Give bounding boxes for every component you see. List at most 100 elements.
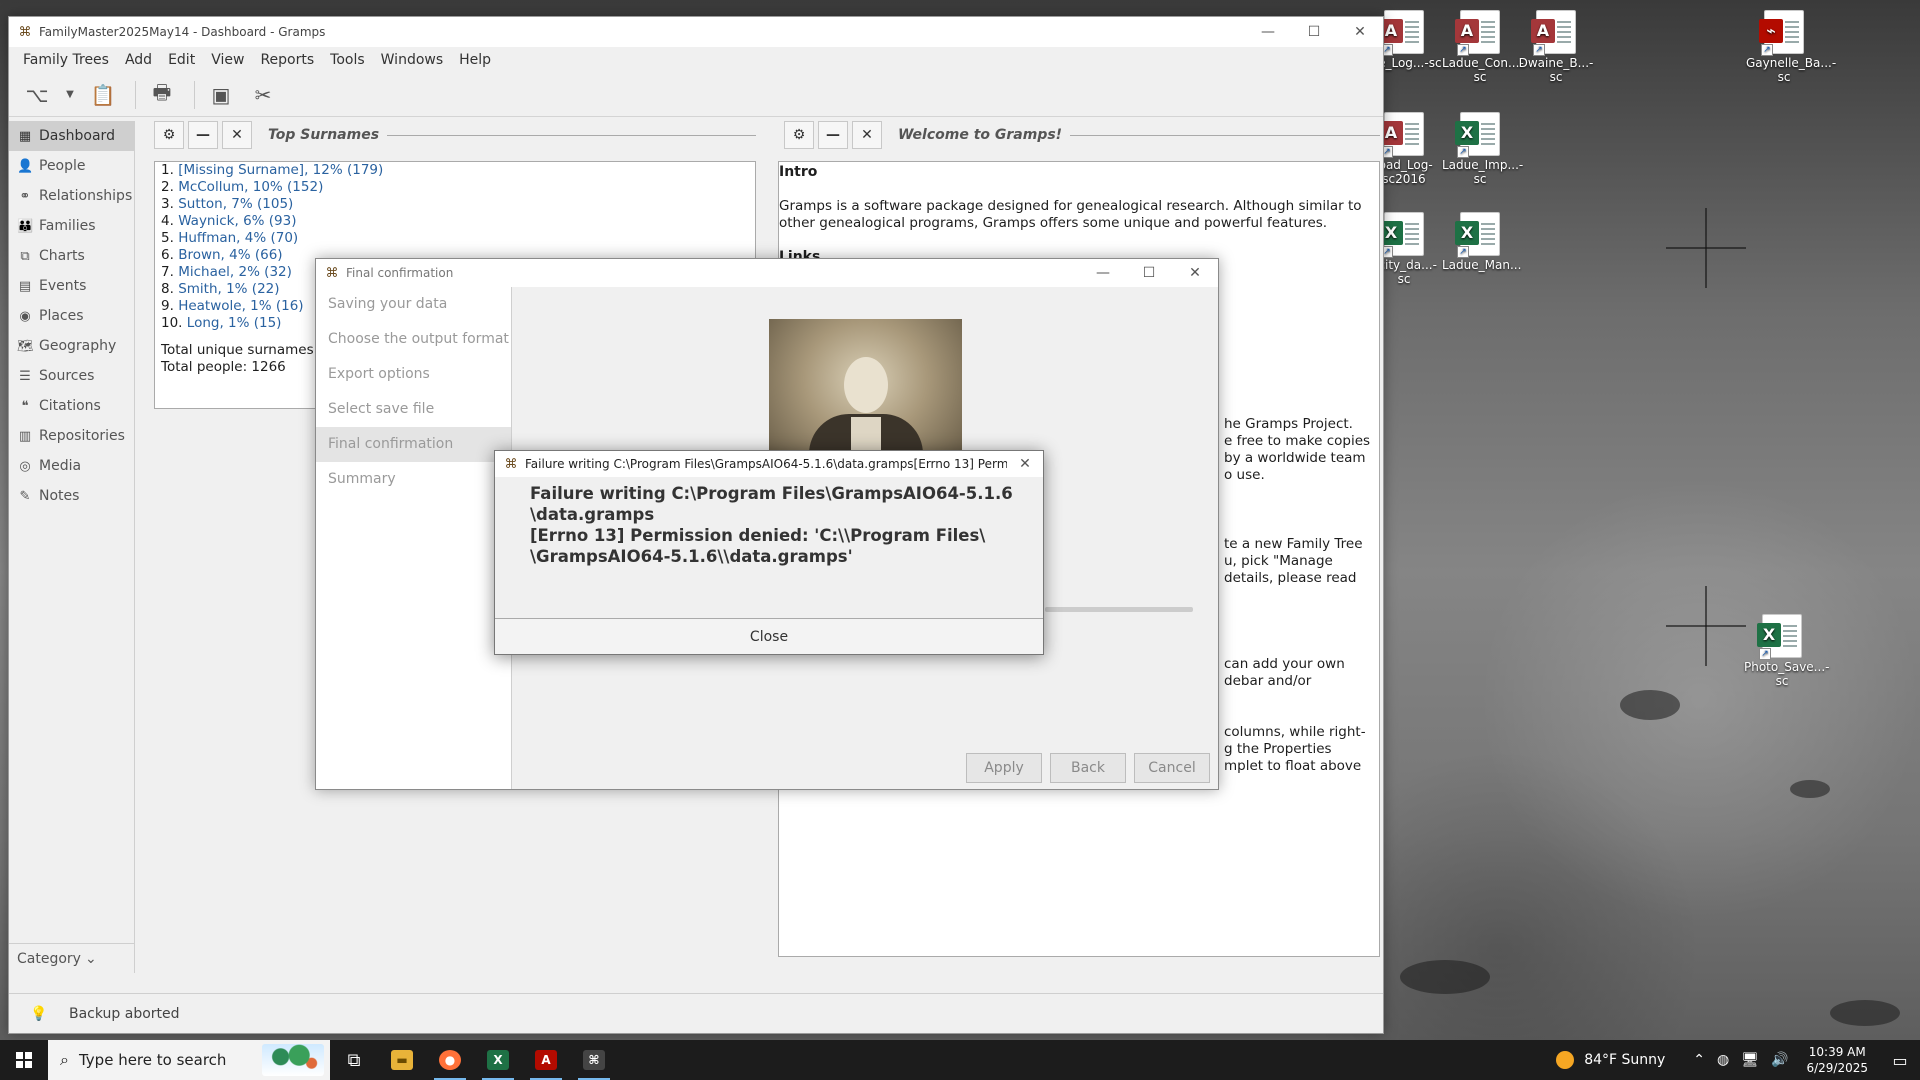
sidebar-item-people[interactable]: 👤 People <box>9 151 134 181</box>
geography-icon: 🗺 <box>17 338 34 354</box>
intro-text: Gramps is a software package designed fo… <box>779 198 1362 231</box>
maximize-icon[interactable]: ☐ <box>1126 258 1172 288</box>
gramplet-minimize-button[interactable]: — <box>818 121 848 149</box>
notification-icon[interactable]: ▭ <box>1880 1051 1920 1070</box>
dialog-title-bar[interactable]: ⌘ Final confirmation — ☐ ✕ <box>316 259 1218 287</box>
repository-icon: ▥ <box>18 428 32 444</box>
back-button[interactable]: Back <box>1050 753 1126 783</box>
list-item[interactable]: 1. [Missing Surname], 12% (179) <box>161 162 749 179</box>
close-icon[interactable]: ✕ <box>1337 17 1383 47</box>
access-file-icon: A ↗ <box>1379 10 1424 56</box>
sidebar-item-media[interactable]: ◎ Media <box>9 451 134 481</box>
sidebar-item-dashboard[interactable]: ▦ Dashboard <box>9 121 134 151</box>
minimize-icon[interactable]: — <box>1245 17 1291 47</box>
desktop-icon[interactable]: X ↗ Photo_Save...-sc <box>1744 614 1829 688</box>
access-file-icon: A ↗ <box>1531 10 1576 56</box>
gramplet-properties-button[interactable]: ⚙ <box>154 121 184 149</box>
clock-time: 10:39 AM <box>1808 1045 1866 1059</box>
sidebar-item-repositories[interactable]: ▥ Repositories <box>9 421 134 451</box>
menu-help[interactable]: Help <box>451 52 499 68</box>
gramps-app-icon: ⌘ <box>504 456 518 472</box>
reports-icon[interactable]: ▣ <box>203 77 239 113</box>
family-icon: 👪 <box>17 218 34 234</box>
menu-add[interactable]: Add <box>117 52 160 68</box>
menu-edit[interactable]: Edit <box>160 52 203 68</box>
gramplet-close-button[interactable]: ✕ <box>222 121 252 149</box>
sidebar-item-events[interactable]: ▤ Events <box>9 271 134 301</box>
close-icon[interactable]: ✕ <box>1172 258 1218 288</box>
close-icon[interactable]: ✕ <box>1007 449 1043 479</box>
start-button[interactable] <box>0 1040 48 1080</box>
chevron-down-icon[interactable]: ▼ <box>61 77 79 113</box>
moon-rock <box>1790 780 1830 798</box>
gramplet-close-button[interactable]: ✕ <box>852 121 882 149</box>
weather-text[interactable]: 84°F Sunny <box>1584 1052 1665 1068</box>
sidebar-item-relationships[interactable]: ⚭ Relationships <box>9 181 134 211</box>
maximize-icon[interactable]: ☐ <box>1291 17 1337 47</box>
assistant-photo <box>769 319 962 469</box>
crosshair-mark <box>1666 586 1746 666</box>
pdf-file-icon: ⌁ ↗ <box>1759 10 1804 56</box>
title-bar[interactable]: ⌘ FamilyMaster2025May14 - Dashboard - Gr… <box>9 17 1383 47</box>
desktop-icon-label: Ladue_Imp...-sc <box>1442 158 1524 186</box>
firefox-icon[interactable]: ● <box>426 1040 474 1080</box>
gramplet-minimize-button[interactable]: — <box>188 121 218 149</box>
network-icon[interactable]: 🖥 <box>1741 1052 1759 1068</box>
clipboard-icon[interactable]: 📋 <box>85 77 121 113</box>
task-view-icon[interactable]: ⧉ <box>330 1040 378 1080</box>
divider <box>1070 134 1380 136</box>
menu-tools[interactable]: Tools <box>322 52 373 68</box>
crosshair-mark <box>1666 208 1746 288</box>
desktop-icon[interactable]: ⌁ ↗ Gaynelle_Ba...-sc <box>1746 10 1836 84</box>
sidebar-item-places[interactable]: ◉ Places <box>9 301 134 331</box>
weather-sun-icon[interactable] <box>1556 1051 1575 1069</box>
dialog-title: Final confirmation <box>346 266 454 280</box>
desktop-icon[interactable]: X ↗ Ladue_Man... <box>1442 212 1521 272</box>
sidebar-item-geography[interactable]: 🗺 Geography <box>9 331 134 361</box>
sidebar-item-citations[interactable]: ❝ Citations <box>9 391 134 421</box>
desktop-icon[interactable]: A ↗ Dwaine_B...-sc <box>1518 10 1594 84</box>
gramplet-properties-button[interactable]: ⚙ <box>784 121 814 149</box>
meet-now-icon[interactable]: ◍ <box>1717 1052 1729 1068</box>
sidebar-item-families[interactable]: 👪 Families <box>9 211 134 241</box>
family-trees-icon[interactable]: ⌥ <box>19 77 55 113</box>
file-explorer-icon[interactable]: ▬ <box>378 1040 426 1080</box>
volume-icon[interactable]: 🔊 <box>1771 1052 1788 1068</box>
citation-icon: ❝ <box>21 398 29 414</box>
search-placeholder: Type here to search <box>78 1051 227 1069</box>
gramps-taskbar-icon[interactable]: ⌘ <box>570 1040 618 1080</box>
menu-family-trees[interactable]: Family Trees <box>15 52 117 68</box>
list-item[interactable]: 2. McCollum, 10% (152) <box>161 179 749 196</box>
divider <box>387 134 756 136</box>
tools-icon[interactable]: ✂ <box>245 77 281 113</box>
sidebar-item-charts[interactable]: ⧉ Charts <box>9 241 134 271</box>
step-export-options: Export options <box>328 366 430 382</box>
cancel-button[interactable]: Cancel <box>1134 753 1210 783</box>
clock[interactable]: 10:39 AM 6/29/2025 <box>1806 1044 1868 1076</box>
menu-view[interactable]: View <box>203 52 252 68</box>
welcome-fragment-block: can add your own debar and/or <box>1224 656 1345 689</box>
chevron-down-icon: ⌄ <box>84 950 97 967</box>
error-title-bar[interactable]: ⌘ Failure writing C:\Program Files\Gramp… <box>495 451 1043 477</box>
taskbar: ⌕ Type here to search ⧉ ▬ ● X A ⌘ 84°F S… <box>0 1040 1920 1080</box>
menu-windows[interactable]: Windows <box>373 52 452 68</box>
step-final-confirmation: Final confirmation <box>316 427 511 462</box>
list-item[interactable]: 5. Huffman, 4% (70) <box>161 230 749 247</box>
chevron-up-icon[interactable]: ⌃ <box>1693 1052 1705 1068</box>
excel-icon[interactable]: X <box>474 1040 522 1080</box>
configure-view-icon[interactable]: 🖶 <box>144 77 180 113</box>
apply-button[interactable]: Apply <box>966 753 1042 783</box>
category-dropdown[interactable]: Category ⌄ <box>9 943 135 973</box>
close-button[interactable]: Close <box>495 618 1043 654</box>
desktop-icon[interactable]: A ↗ Ladue_Con...-sc <box>1442 10 1524 84</box>
menu-reports[interactable]: Reports <box>252 52 322 68</box>
sidebar-item-notes[interactable]: ✎ Notes <box>9 481 134 511</box>
list-item[interactable]: 3. Sutton, 7% (105) <box>161 196 749 213</box>
sidebar-item-sources[interactable]: ☰ Sources <box>9 361 134 391</box>
minimize-icon[interactable]: — <box>1080 258 1126 288</box>
taskbar-search[interactable]: ⌕ Type here to search <box>48 1040 330 1080</box>
gramplet-header-welcome: ⚙ — ✕ Welcome to Gramps! <box>784 121 1380 149</box>
acrobat-icon[interactable]: A <box>522 1040 570 1080</box>
list-item[interactable]: 4. Waynick, 6% (93) <box>161 213 749 230</box>
desktop-icon[interactable]: X ↗ Ladue_Imp...-sc <box>1442 112 1523 186</box>
